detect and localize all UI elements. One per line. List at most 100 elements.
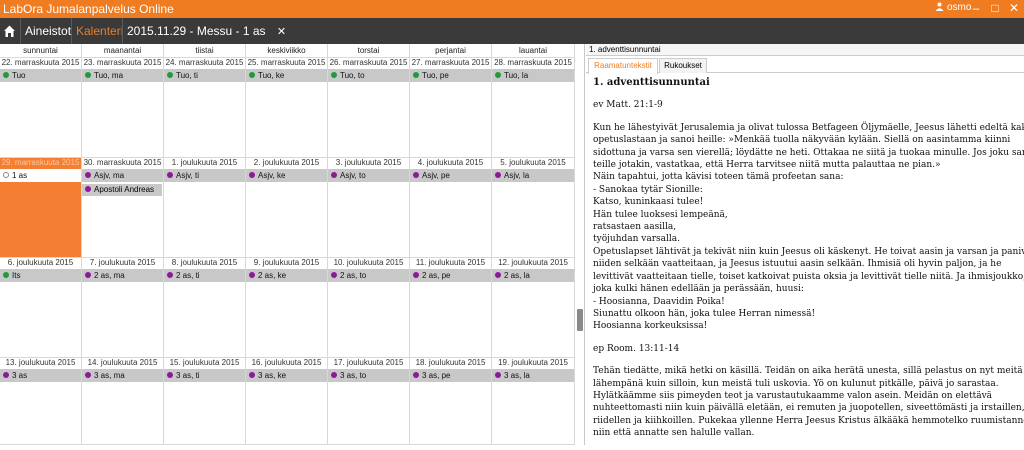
calendar-event[interactable]: 2 as, to [328,269,409,282]
event-color-dot [331,172,337,178]
calendar-day-cell[interactable]: 10. joulukuuta 2015 2 as, to [328,258,410,358]
calendar-event[interactable]: 2 as, ke [246,269,327,282]
calendar-day-cell[interactable]: 3. joulukuuta 2015 Asjv, to [328,158,410,258]
calendar-day-cell[interactable]: 15. joulukuuta 2015 3 as, ti [164,358,246,445]
calendar-day-cell[interactable]: 19. joulukuuta 2015 3 as, la [492,358,575,445]
calendar-day-cell[interactable]: 2. joulukuuta 2015 Asjv, ke [246,158,328,258]
calendar-day-cell[interactable]: 1. joulukuuta 2015 Asjv, ti [164,158,246,258]
calendar-event[interactable]: Tuo, ke [246,69,327,82]
calendar-day-cell[interactable]: 7. joulukuuta 2015 2 as, ma [82,258,164,358]
day-date: 3. joulukuuta 2015 [335,158,402,167]
calendar-event[interactable]: 2 as, pe [410,269,491,282]
calendar-event[interactable]: Tuo, la [492,69,574,82]
event-label: Apostoli Andreas [94,185,155,194]
calendar-event[interactable]: 3 as, la [492,369,574,382]
maximize-button[interactable]: □ [987,0,1003,18]
calendar-event[interactable]: 2 as, la [492,269,574,282]
calendar-event[interactable]: 3 as, ma [82,369,163,382]
event-color-dot [3,272,9,278]
calendar-event[interactable]: 3 as, pe [410,369,491,382]
calendar-day-cell[interactable]: 27. marraskuuta 2015 Tuo, pe [410,58,492,158]
calendar-event[interactable]: 1 as [0,169,81,182]
user-menu[interactable]: osmo [935,2,971,13]
day-date: 14. joulukuuta 2015 [87,358,158,367]
calendar-event[interactable]: Tuo, to [328,69,409,82]
reading-line: opetuslastaan ja sanoi heille: »Menkää t… [593,135,1011,146]
calendar-day-cell[interactable]: 18. joulukuuta 2015 3 as, pe [410,358,492,445]
calendar-event[interactable]: 2 as, ti [164,269,245,282]
calendar-day-cell[interactable]: 12. joulukuuta 2015 2 as, la [492,258,575,358]
minimize-button[interactable]: – [968,0,984,18]
splitter-handle[interactable] [577,309,583,331]
calendar-day-cell[interactable]: 24. marraskuuta 2015 Tuo, ti [164,58,246,158]
calendar-day-cell[interactable]: 5. joulukuuta 2015 Asjv, la [492,158,575,258]
calendar-event[interactable]: Asjv, ti [164,169,245,182]
calendar-event[interactable]: Asjv, pe [410,169,491,182]
calendar-event[interactable]: 3 as, ti [164,369,245,382]
event-label: 2 as, ma [94,271,125,280]
calendar-day-cell[interactable]: 22. marraskuuta 2015 Tuo [0,58,82,158]
tab-raamatuntekstit[interactable]: Raamatuntekstit [588,58,658,74]
close-tab-icon[interactable]: ✕ [277,26,286,38]
day-header: tiistai [164,44,246,58]
calendar-event[interactable]: Tuo [0,69,81,82]
calendar-day-cell[interactable]: 28. marraskuuta 2015 Tuo, la [492,58,575,158]
calendar-day-cell[interactable]: 16. joulukuuta 2015 3 as, ke [246,358,328,445]
home-button[interactable] [0,18,19,44]
calendar-event[interactable]: 3 as, ke [246,369,327,382]
calendar-day-cell[interactable]: 25. marraskuuta 2015 Tuo, ke [246,58,328,158]
calendar-day-cell[interactable]: 9. joulukuuta 2015 2 as, ke [246,258,328,358]
calendar-event[interactable]: Asjv, ke [246,169,327,182]
event-label: Tuo, la [504,71,529,80]
event-label: Tuo, ti [176,71,198,80]
calendar-day-cell[interactable]: 30. marraskuuta 2015 Asjv, ma Apostoli And… [82,158,164,258]
reading-line: Opetuslapset lähtivät ja tekivät niin ku… [593,246,1024,257]
calendar-day-cell[interactable]: 11. joulukuuta 2015 2 as, pe [410,258,492,358]
calendar-day-cell[interactable]: 26. marraskuuta 2015 Tuo, to [328,58,410,158]
calendar-event[interactable]: 3 as, to [328,369,409,382]
current-service-label: 2015.11.29 - Messu - 1 as [127,24,266,38]
pane-splitter[interactable] [576,44,585,445]
calendar-event[interactable]: Asjv, ma [82,169,163,182]
calendar-day-cell[interactable]: 23. marraskuuta 2015 Tuo, ma [82,58,164,158]
day-date: 27. marraskuuta 2015 [411,58,490,67]
calendar-event[interactable]: Apostoli Andreas [82,184,162,196]
close-button[interactable]: ✕ [1006,0,1022,18]
calendar-day-cell[interactable]: 6. joulukuuta 2015 Its [0,258,82,358]
day-header: maanantai [82,44,164,58]
calendar-day-cell[interactable]: 29. marraskuuta 2015 1 as [0,158,82,258]
calendar-event[interactable]: Tuo, ma [82,69,163,82]
reading-line: joka kulki hänen edellään ja perässään, … [593,284,804,295]
calendar-day-cell[interactable]: 17. joulukuuta 2015 3 as, to [328,358,410,445]
calendar-day-cell[interactable]: 4. joulukuuta 2015 Asjv, pe [410,158,492,258]
calendar-day-cell[interactable]: 14. joulukuuta 2015 3 as, ma [82,358,164,445]
reading-line: teille jotakin, vastatkaa, että Herra ta… [593,160,941,171]
calendar-event[interactable]: Tuo, ti [164,69,245,82]
nav-current-service[interactable]: 2015.11.29 - Messu - 1 as ✕ [122,18,290,44]
day-date: 16. joulukuuta 2015 [251,358,322,367]
reading-line: - Sanokaa tytär Sionille: [593,184,703,195]
calendar-event[interactable]: 3 as [0,369,81,382]
day-date: 4. joulukuuta 2015 [417,158,484,167]
calendar-day-cell[interactable]: 8. joulukuuta 2015 2 as, ti [164,258,246,358]
event-color-dot [85,372,91,378]
pane-title: 1. adventtisunnuntai [586,44,1024,56]
tab-rukoukset[interactable]: Rukoukset [659,58,707,73]
calendar-event[interactable]: Asjv, to [328,169,409,182]
nav-kalenteri[interactable]: Kalenteri [71,18,127,44]
calendar-event[interactable]: 2 as, ma [82,269,163,282]
calendar-event[interactable]: Its [0,269,81,282]
event-color-dot [249,272,255,278]
calendar-event[interactable]: Asjv, la [492,169,574,182]
reading-line: Hylätkäämme siis pimeyden teot ja varust… [593,390,993,401]
reading-pane: 1. adventtisunnuntai Raamatuntekstit Ruk… [586,44,1024,445]
event-label: 3 as, ma [94,371,125,380]
nav-aineistot[interactable]: Aineistot [20,18,75,44]
day-date: 19. joulukuuta 2015 [498,358,568,367]
reading-line: Hoosianna korkeuksissa! [593,321,708,332]
event-label: 2 as, ti [176,271,200,280]
calendar-day-cell[interactable]: 13. joulukuuta 2015 3 as [0,358,82,445]
calendar-event[interactable]: Tuo, pe [410,69,491,82]
event-color-dot [413,272,419,278]
event-label: 3 as, ke [258,371,287,380]
